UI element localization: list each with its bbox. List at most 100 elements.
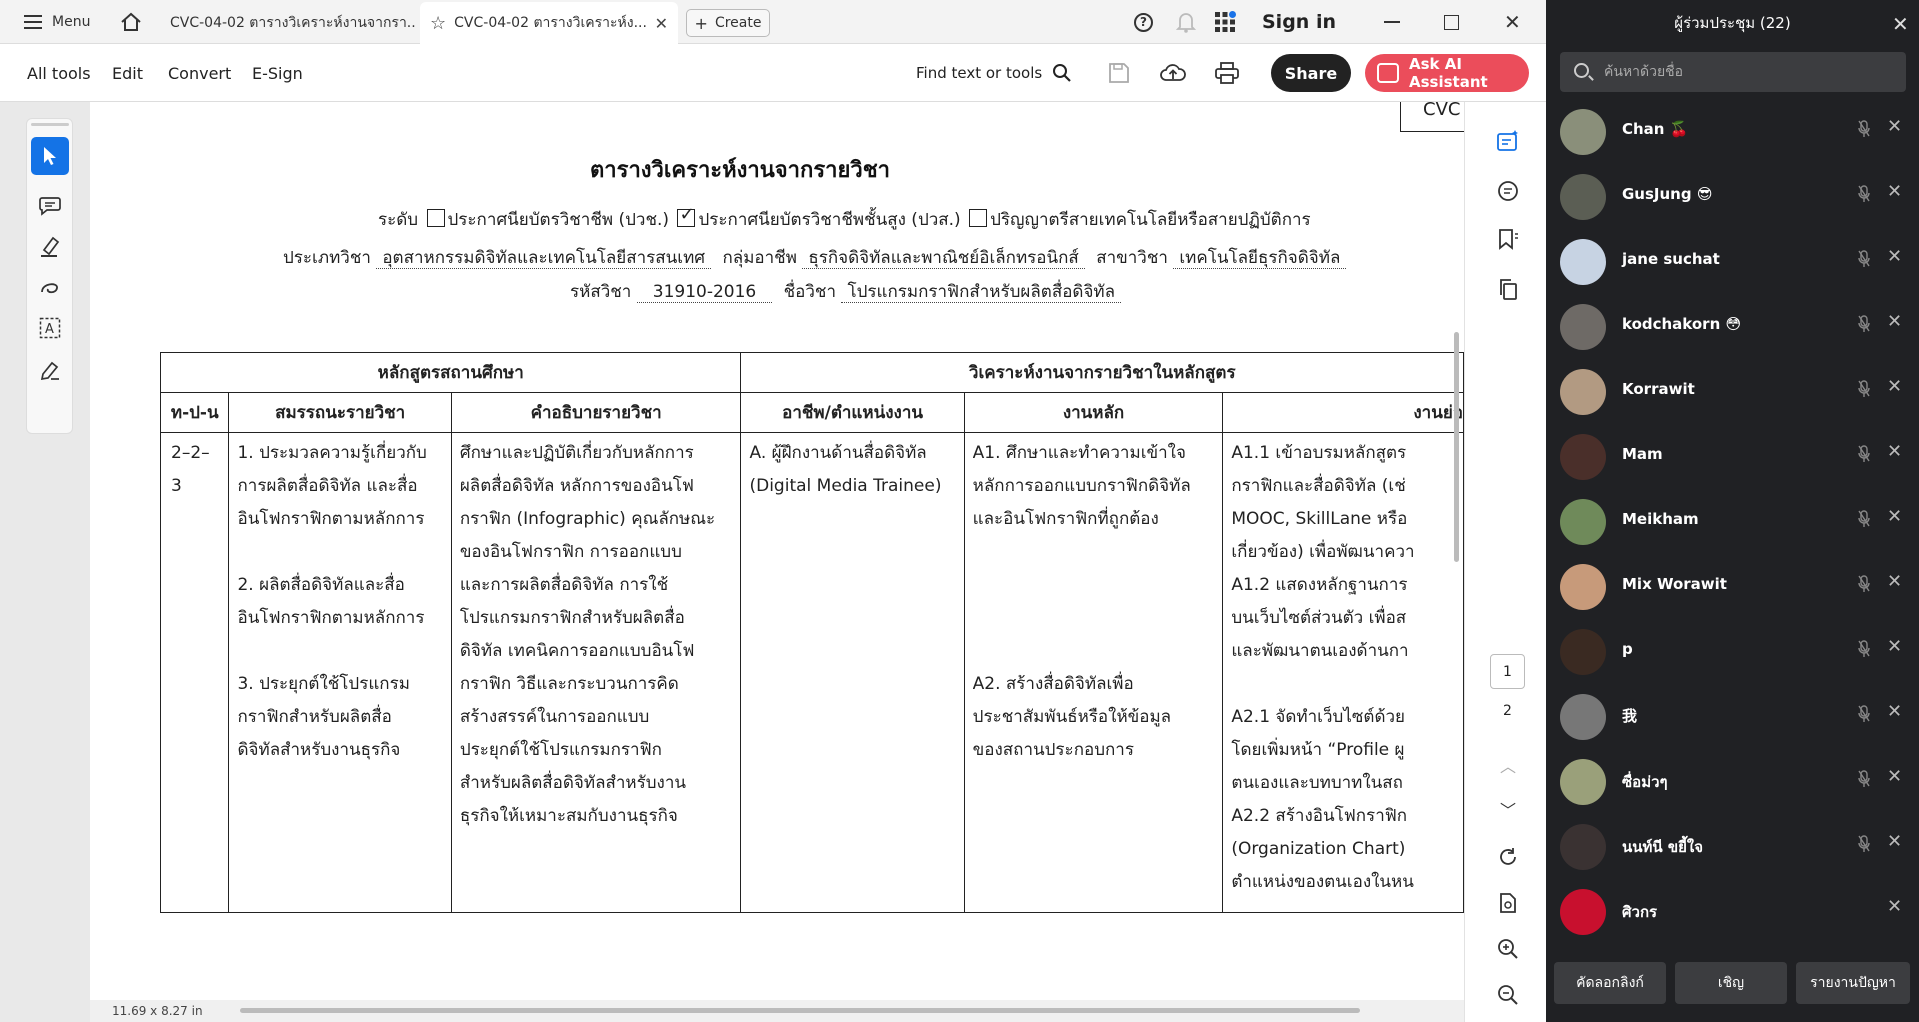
participant-row[interactable]: GusJung 😎 ✕ [1546,163,1919,228]
page-down-button[interactable]: ﹀ [1495,796,1521,822]
toolbar-grip[interactable] [31,123,69,126]
help-button[interactable]: ? [1134,0,1153,44]
participant-row[interactable]: ศิวกร ✕ [1546,878,1919,943]
participant-row[interactable]: Mam ✕ [1546,423,1919,488]
remove-participant-icon[interactable]: ✕ [1887,246,1902,267]
description-cell: ศึกษาและปฏิบัติเกี่ยวกับหลักการ ผลิตสื่อ… [450,432,742,913]
bell-icon [1176,13,1196,33]
highlight-tool[interactable] [31,227,69,265]
participant-row[interactable]: นนท์นี ขยี้ใจ ✕ [1546,813,1919,878]
save-button[interactable] [1108,44,1130,102]
table-group-right: วิเคราะห์งานจากรายวิชาในหลักสูตร [740,352,1464,393]
all-tools-menu[interactable]: All tools [27,44,91,102]
code-line: รหัสวิชา 31910-2016 ชื่อวิชา โปรแกรมกราฟ… [570,278,1122,305]
bookmarks-button[interactable] [1495,226,1521,252]
zoom-out-button[interactable] [1495,982,1521,1008]
draw-tool[interactable] [31,269,69,307]
participant-name: Mix Worawit [1622,575,1727,593]
create-button[interactable]: + Create [686,9,770,37]
report-problem-button[interactable]: รายงานปัญหา [1796,962,1910,1004]
remove-participant-icon[interactable]: ✕ [1887,506,1902,527]
text-box-tool[interactable]: A [31,309,69,347]
edit-menu[interactable]: Edit [112,44,143,102]
close-panel-button[interactable]: ✕ [1892,12,1909,36]
participant-row[interactable]: Chan 🍒 ✕ [1546,98,1919,163]
sub-task-line [1231,668,1455,701]
participant-row[interactable]: Mix Worawit ✕ [1546,553,1919,618]
remove-participant-icon[interactable]: ✕ [1887,766,1902,787]
participant-row[interactable]: p ✕ [1546,618,1919,683]
chevron-down-icon: ﹀ [1499,801,1516,820]
page-number-next[interactable]: 2 [1490,698,1525,723]
notifications-button[interactable] [1176,0,1196,44]
description-line: โปรแกรมกราฟิกสำหรับผลิตสื่อ [459,608,685,628]
participant-search-input[interactable]: ค้นหาด้วยชื่อ [1560,52,1906,92]
participant-row[interactable]: Korrawit ✕ [1546,358,1919,423]
find-text-button[interactable]: Find text or tools [916,44,1072,102]
remove-participant-icon[interactable]: ✕ [1887,701,1902,722]
tab-document-1[interactable]: CVC-04-02 ตารางวิเคราะห์งานจากรา... [160,2,416,44]
home-button[interactable] [120,0,142,44]
level-checkbox-3[interactable] [969,209,988,227]
description-line: ดิจิทัล เทคนิคการออกแบบอินโฟ [459,641,695,661]
zoom-in-button[interactable] [1495,936,1521,962]
fill-sign-tool[interactable] [31,351,69,389]
convert-menu[interactable]: Convert [168,44,231,102]
ai-summary-button[interactable] [1495,128,1521,154]
participant-row[interactable]: 我 ✕ [1546,683,1919,748]
print-button[interactable] [1215,44,1239,102]
select-tool[interactable] [31,137,69,175]
page-tools-button[interactable] [1495,890,1521,916]
remove-participant-icon[interactable]: ✕ [1887,116,1902,137]
description-line: ธุรกิจให้เหมาะสมกับงานธุรกิจ [459,806,678,826]
page-up-button[interactable]: ︿ [1495,752,1521,778]
mic-muted-icon [1858,120,1870,137]
vertical-scrollbar[interactable] [1454,332,1459,562]
remove-participant-icon[interactable]: ✕ [1887,831,1902,852]
remove-participant-icon[interactable]: ✕ [1887,896,1902,917]
level-checkbox-1[interactable] [426,209,445,227]
minimize-button[interactable] [1384,0,1400,44]
horizontal-scrollbar[interactable] [240,1008,1360,1013]
participant-name: นนท์นี ขยี้ใจ [1622,838,1704,856]
esign-menu[interactable]: E-Sign [252,44,303,102]
level-checkbox-2[interactable] [677,204,696,227]
ask-ai-assistant-button[interactable]: Ask AI Assistant [1365,54,1529,92]
description-line: กราฟิก (Infographic) คุณลักษณะ [459,509,716,529]
remove-participant-icon[interactable]: ✕ [1887,571,1902,592]
upload-button[interactable] [1160,44,1186,102]
subject-value: โปรแกรมกราฟิกสำหรับผลิตสื่อดิจิทัล [841,282,1122,303]
participant-name: Meikham [1622,510,1699,528]
remove-participant-icon[interactable]: ✕ [1887,441,1902,462]
remove-participant-icon[interactable]: ✕ [1887,311,1902,332]
pages-button[interactable] [1495,276,1521,302]
sign-in-button[interactable]: Sign in [1262,0,1336,44]
copy-link-button[interactable]: คัดลอกลิงก์ [1554,962,1666,1004]
apps-button[interactable] [1214,0,1236,44]
participant-row[interactable]: ซื่อม่วๆ ✕ [1546,748,1919,813]
page-next-label: 2 [1503,702,1512,719]
tab-document-2[interactable]: ☆ CVC-04-02 ตารางวิเคราะห์ง... ✕ [420,2,678,44]
avatar [1560,434,1606,480]
sub-task-line: A1.1 เข้าอบรมหลักสูตร [1231,443,1407,463]
level-option-2: ประกาศนียบัตรวิชาชีพชั้นสูง (ปวส.) [698,210,961,230]
page-number-current[interactable]: 1 [1490,654,1525,689]
avatar [1560,694,1606,740]
maximize-button[interactable] [1444,0,1459,44]
star-icon[interactable]: ☆ [430,13,446,34]
remove-participant-icon[interactable]: ✕ [1887,376,1902,397]
remove-participant-icon[interactable]: ✕ [1887,181,1902,202]
invite-button[interactable]: เชิญ [1675,962,1787,1004]
comment-tool[interactable] [31,187,69,225]
comments-panel-button[interactable] [1495,178,1521,204]
rotate-button[interactable] [1495,844,1521,870]
close-window-button[interactable]: ✕ [1504,0,1521,44]
participant-row[interactable]: kodchakorn 😳 ✕ [1546,293,1919,358]
participant-row[interactable]: Meikham ✕ [1546,488,1919,553]
participant-row[interactable]: jane suchat ✕ [1546,228,1919,293]
close-tab-icon[interactable]: ✕ [655,14,668,33]
comment-icon [39,197,61,216]
menu-button[interactable]: Menu [24,0,90,44]
remove-participant-icon[interactable]: ✕ [1887,636,1902,657]
share-button[interactable]: Share [1271,54,1351,92]
